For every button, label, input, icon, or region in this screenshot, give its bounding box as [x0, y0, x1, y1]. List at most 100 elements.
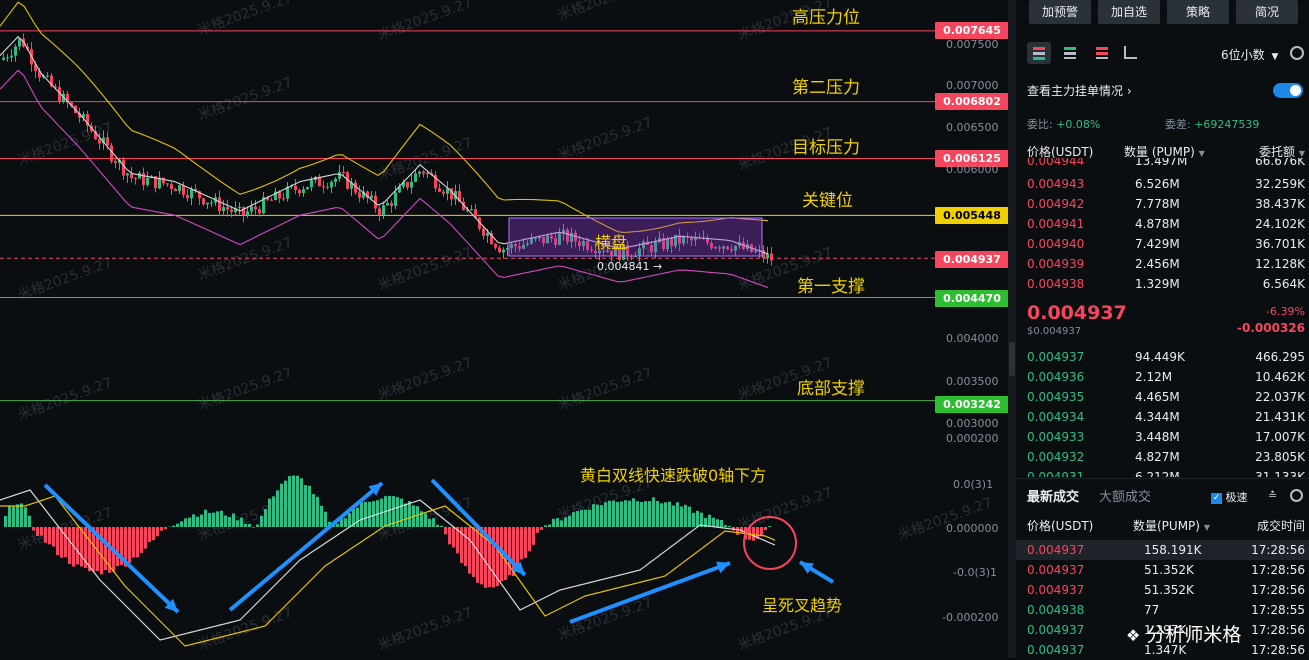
bid-total: 10.462K	[1255, 367, 1305, 387]
tab-large-trades[interactable]: 大额成交	[1099, 486, 1151, 505]
macd-bar	[388, 496, 391, 527]
ask-qty: 4.878M	[1135, 214, 1180, 234]
bid-row[interactable]: 0.0049354.465M22.037K	[1027, 387, 1305, 407]
candle-body	[386, 203, 389, 205]
candle-body	[174, 189, 177, 191]
ask-price: 0.004938	[1027, 274, 1084, 294]
trade-price: 0.004938	[1027, 600, 1084, 620]
candlestick-macd-chart[interactable]: 米格2025.9.27 米格2025.9.27 米格2025.9.27 米格2025.…	[0, 0, 1008, 658]
ask-row[interactable]: 0.0049414.878M24.102K	[1027, 214, 1305, 234]
macd-bar	[592, 504, 595, 527]
author-watermark: ❖ 分析师米格	[1126, 620, 1241, 647]
candle-body	[202, 198, 205, 204]
macd-bar	[656, 501, 659, 527]
axis-tick: 0.006500	[946, 121, 999, 134]
macd-bar	[192, 514, 195, 527]
bid-total: 17.007K	[1255, 427, 1305, 447]
add-alert-button[interactable]: 加预警	[1029, 0, 1091, 24]
candle-body	[258, 209, 261, 213]
watermark-text: 米格2025.9.27	[556, 0, 655, 24]
ask-row[interactable]: 0.00494413.497M66.676K	[1027, 158, 1305, 170]
candle-body	[222, 207, 225, 211]
watermark-text: 米格2025.9.27	[376, 0, 475, 44]
macd-bar	[276, 490, 279, 527]
candle-body	[302, 189, 305, 193]
orderbook-view-asks-icon[interactable]	[1096, 47, 1108, 59]
trades-filter-icon[interactable]: ≛	[1268, 489, 1277, 502]
ask-row[interactable]: 0.0049392.456M12.128K	[1027, 254, 1305, 274]
macd-bar	[612, 501, 615, 527]
orderbook-view-bids-icon[interactable]	[1064, 47, 1076, 59]
macd-bar	[64, 527, 67, 557]
axis-tick: -0.000200	[942, 611, 998, 624]
ask-row[interactable]: 0.0049407.429M36.701K	[1027, 234, 1305, 254]
main-orders-link[interactable]: 查看主力挂单情况 ›	[1027, 82, 1132, 99]
bid-row[interactable]: 0.0049362.12M10.462K	[1027, 367, 1305, 387]
macd-bar	[144, 527, 147, 549]
bid-row[interactable]: 0.0049324.827M23.805K	[1027, 447, 1305, 467]
trade-row[interactable]: 0.00493751.352K17:28:56	[1027, 580, 1305, 600]
trades-col-qty[interactable]: 数量(PUMP) ▼	[1133, 516, 1210, 538]
candle-body	[162, 178, 165, 184]
candle-body	[246, 211, 249, 215]
trades-col-time: 成交时间	[1257, 516, 1305, 536]
diff-value: +69247539	[1194, 118, 1259, 131]
bid-row[interactable]: 0.00493794.449K466.295	[1027, 347, 1305, 367]
overview-button[interactable]: 简况	[1236, 0, 1298, 24]
add-favorite-button[interactable]: 加自选	[1098, 0, 1160, 24]
ask-price: 0.004939	[1027, 254, 1084, 274]
watermark-text: 米格2025.9.27	[376, 245, 475, 294]
orderbook-expand-icon[interactable]	[1124, 46, 1137, 59]
fast-checkbox[interactable]: ✓ 极速	[1211, 489, 1248, 505]
orderbook-view-both-icon[interactable]	[1027, 42, 1051, 64]
bid-row[interactable]: 0.0049316.212M31.133K	[1027, 467, 1305, 477]
decimals-select[interactable]: 6位小数 ▼	[1221, 46, 1278, 63]
macd-bar	[184, 518, 187, 527]
macd-bar	[132, 527, 135, 558]
chart-area[interactable]: 米格2025.9.27 米格2025.9.27 米格2025.9.27 米格2025.…	[0, 0, 1008, 658]
macd-bar	[100, 527, 103, 574]
candle-body	[186, 195, 189, 198]
tab-latest-trades[interactable]: 最新成交	[1027, 486, 1079, 505]
ask-total: 38.437K	[1255, 194, 1305, 214]
macd-bar	[548, 525, 551, 527]
bid-price: 0.004936	[1027, 367, 1084, 387]
macd-bar	[308, 486, 311, 527]
macd-bar	[224, 515, 227, 527]
macd-bar	[284, 481, 287, 527]
main-orders-toggle[interactable]	[1273, 83, 1303, 98]
trades-settings-icon[interactable]	[1290, 489, 1303, 502]
macd-bar	[672, 505, 675, 527]
macd-bar	[684, 505, 687, 527]
bid-price: 0.004935	[1027, 387, 1084, 407]
macd-bar	[56, 527, 59, 555]
bid-row[interactable]: 0.0049333.448M17.007K	[1027, 427, 1305, 447]
candle-body	[370, 196, 373, 198]
axis-tick: 0.007000	[946, 79, 999, 92]
bid-row[interactable]: 0.0049344.344M21.431K	[1027, 407, 1305, 427]
candle-body	[250, 207, 253, 212]
macd-bar	[252, 527, 255, 528]
macd-bar	[520, 527, 523, 559]
settings-icon[interactable]	[1290, 46, 1304, 60]
ratio-value: +0.08%	[1056, 118, 1100, 131]
ask-row[interactable]: 0.0049381.329M6.564K	[1027, 274, 1305, 294]
macd-bar	[136, 527, 139, 557]
macd-bar	[140, 527, 143, 553]
macd-bar	[660, 503, 663, 527]
strategy-button[interactable]: 策略	[1167, 0, 1229, 24]
trade-price: 0.004937	[1027, 640, 1084, 660]
trade-row[interactable]: 0.00493751.352K17:28:56	[1027, 560, 1305, 580]
trade-row[interactable]: 0.0049387717:28:55	[1027, 600, 1305, 620]
macd-bar	[12, 507, 15, 527]
macd-bar	[296, 476, 299, 527]
macd-bar	[236, 520, 239, 527]
ask-row[interactable]: 0.0049427.778M38.437K	[1027, 194, 1305, 214]
ratio: 委比: +0.08%	[1027, 116, 1100, 132]
trades-col-price: 价格(USDT)	[1027, 516, 1093, 536]
macd-bar	[36, 527, 39, 536]
panel-divider[interactable]	[1008, 0, 1016, 658]
ask-row[interactable]: 0.0049436.526M32.259K	[1027, 174, 1305, 194]
watermark-text: 米格2025.9.27	[16, 375, 115, 424]
trade-row[interactable]: 0.004937158.191K17:28:56	[1016, 540, 1309, 560]
